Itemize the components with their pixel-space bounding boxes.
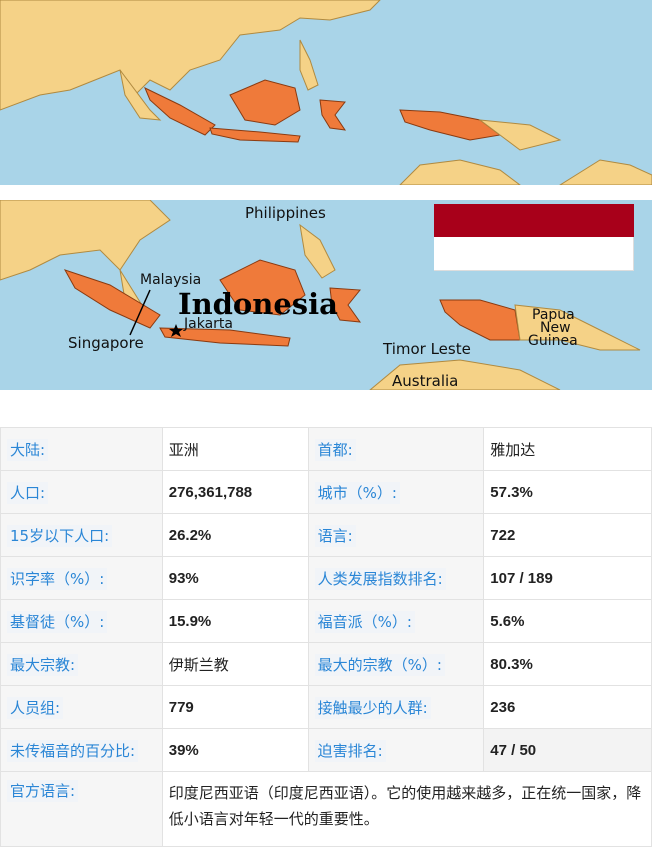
persecution-rank-value: 47 / 50 xyxy=(483,728,652,772)
official-language-label: 官方语言: xyxy=(0,771,163,847)
largest-religion-label: 最大宗教: xyxy=(0,642,163,686)
unevangelized-value: 39% xyxy=(161,728,309,772)
hdi-rank-value: 107 / 189 xyxy=(483,556,652,600)
evangelical-value: 5.6% xyxy=(483,599,652,643)
languages-label: 语言: xyxy=(307,513,485,557)
least-reached-label: 接触最少的人群: xyxy=(307,685,485,729)
christian-label: 基督徒（%）: xyxy=(0,599,163,643)
label-singapore: Singapore xyxy=(68,334,144,352)
population-label: 人口: xyxy=(0,470,163,514)
urban-value: 57.3% xyxy=(483,470,652,514)
label-malaysia: Malaysia xyxy=(140,272,201,288)
literacy-label: 识字率（%）: xyxy=(0,556,163,600)
flag-red-stripe xyxy=(434,204,634,237)
continent-label: 大陆: xyxy=(0,427,163,471)
table-row: 官方语言: 印度尼西亚语（印度尼西亚语）。它的使用越来越多，正在统一国家，降低小… xyxy=(0,771,652,847)
label-australia: Australia xyxy=(392,372,458,390)
label-jakarta: Jakarta xyxy=(183,316,233,332)
continent-value: 亚洲 xyxy=(161,427,309,471)
regional-map-top xyxy=(0,0,652,185)
label-timor-leste: Timor Leste xyxy=(382,340,471,358)
under-15-label: 15岁以下人口: xyxy=(0,513,163,557)
capital-label: 首都: xyxy=(307,427,485,471)
table-row: 最大宗教: 伊斯兰教 最大的宗教（%）: 80.3% xyxy=(0,642,652,686)
largest-religion-pct-value: 80.3% xyxy=(483,642,652,686)
population-value: 276,361,788 xyxy=(161,470,309,514)
under-15-value: 26.2% xyxy=(161,513,309,557)
languages-value: 722 xyxy=(483,513,652,557)
persecution-rank-label: 迫害排名: xyxy=(307,728,485,772)
table-row: 15岁以下人口: 26.2% 语言: 722 xyxy=(0,513,652,557)
people-groups-value: 779 xyxy=(161,685,309,729)
christian-value: 15.9% xyxy=(161,599,309,643)
unevangelized-label: 未传福音的百分比: xyxy=(0,728,163,772)
urban-label: 城市（%）: xyxy=(307,470,485,514)
least-reached-value: 236 xyxy=(483,685,652,729)
largest-religion-pct-label: 最大的宗教（%）: xyxy=(307,642,485,686)
table-row: 人员组: 779 接触最少的人群: 236 xyxy=(0,685,652,729)
country-info-table: 大陆: 亚洲 首都: 雅加达 人口: 276,361,788 城市（%）: 57… xyxy=(0,427,652,847)
evangelical-label: 福音派（%）: xyxy=(307,599,485,643)
table-row: 人口: 276,361,788 城市（%）: 57.3% xyxy=(0,470,652,514)
regional-map-top-svg xyxy=(0,0,652,185)
flag-white-stripe xyxy=(434,237,634,271)
table-row: 识字率（%）: 93% 人类发展指数排名: 107 / 189 xyxy=(0,556,652,600)
official-language-value: 印度尼西亚语（印度尼西亚语）。它的使用越来越多，正在统一国家，降低小语言对年轻一… xyxy=(161,771,652,847)
table-row: 未传福音的百分比: 39% 迫害排名: 47 / 50 xyxy=(0,728,652,772)
label-philippines: Philippines xyxy=(245,204,326,222)
table-row: 基督徒（%）: 15.9% 福音派（%）: 5.6% xyxy=(0,599,652,643)
indonesia-flag xyxy=(434,204,634,271)
literacy-value: 93% xyxy=(161,556,309,600)
capital-value: 雅加达 xyxy=(483,427,652,471)
people-groups-label: 人员组: xyxy=(0,685,163,729)
hdi-rank-label: 人类发展指数排名: xyxy=(307,556,485,600)
label-guinea: Guinea xyxy=(528,333,578,349)
largest-religion-value: 伊斯兰教 xyxy=(161,642,309,686)
table-row: 大陆: 亚洲 首都: 雅加达 xyxy=(0,427,652,471)
